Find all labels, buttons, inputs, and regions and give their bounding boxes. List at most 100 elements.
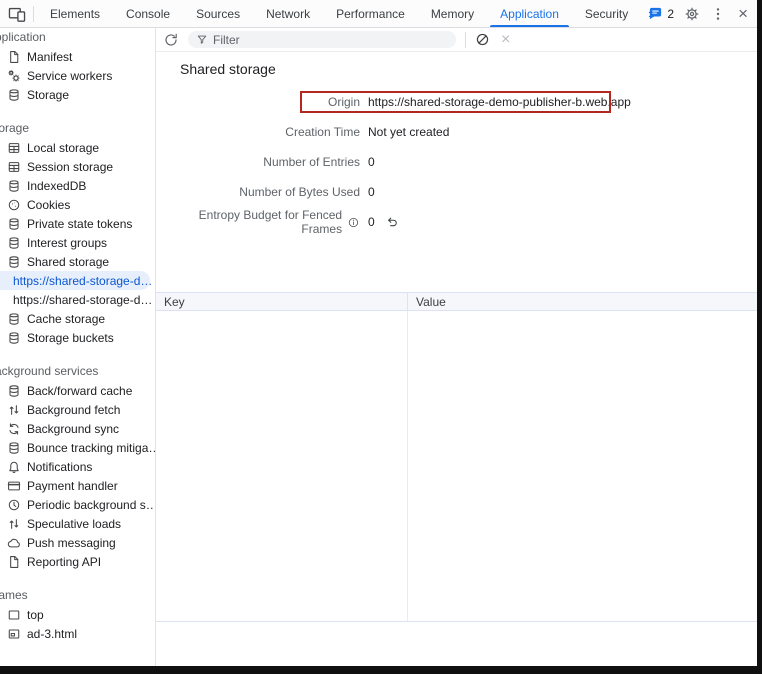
field-row-creation-time: Creation TimeNot yet created <box>156 123 757 141</box>
sidebar-item-private-state-tokens[interactable]: Private state tokens <box>0 214 155 233</box>
datagrid-header: Key Value <box>156 292 757 311</box>
column-header-key[interactable]: Key <box>156 293 408 310</box>
database-icon <box>7 255 21 269</box>
column-divider <box>407 311 408 621</box>
bell-icon <box>7 460 21 474</box>
iframe-icon <box>7 627 21 641</box>
sidebar-item-ad-3-html[interactable]: ad-3.html <box>0 624 155 643</box>
filter-input[interactable] <box>213 33 448 47</box>
database-icon <box>7 312 21 326</box>
document-icon <box>7 555 21 569</box>
tab-label: Memory <box>431 7 474 21</box>
clear-button[interactable]: × <box>501 32 510 48</box>
sidebar-item-top[interactable]: top <box>0 605 155 624</box>
cookie-icon <box>7 198 21 212</box>
sidebar-item-back-forward-cache[interactable]: Back/forward cache <box>0 381 155 400</box>
window-right-edge <box>757 0 762 674</box>
sidebar-item-label: Service workers <box>27 69 112 83</box>
sidebar-item-label: top <box>27 608 44 622</box>
tab-elements[interactable]: Elements <box>37 0 113 27</box>
issues-button[interactable]: 2 <box>648 6 674 21</box>
tab-network[interactable]: Network <box>253 0 323 27</box>
filter-box[interactable] <box>188 31 456 48</box>
tab-performance[interactable]: Performance <box>323 0 418 27</box>
sidebar-item-label: Cache storage <box>27 312 105 326</box>
database-icon <box>7 179 21 193</box>
sidebar-item-background-fetch[interactable]: Background fetch <box>0 400 155 419</box>
sidebar-item-storage[interactable]: Storage <box>0 85 155 104</box>
sidebar-item-indexeddb[interactable]: IndexedDB <box>0 176 155 195</box>
field-value-text: 0 <box>368 185 375 199</box>
sidebar-item-session-storage[interactable]: Session storage <box>0 157 155 176</box>
service-workers-icon <box>7 69 21 83</box>
document-icon <box>7 50 21 64</box>
devtools-tab-bar: Elements ConsoleSourcesNetworkPerformance… <box>0 0 757 28</box>
column-header-value[interactable]: Value <box>408 293 757 310</box>
sidebar-item-service-workers[interactable]: Service workers <box>0 66 155 85</box>
tabbar-separator <box>33 6 34 22</box>
tab-label: Application <box>500 7 559 21</box>
sidebar-item-payment-handler[interactable]: Payment handler <box>0 476 155 495</box>
sidebar-item-interest-groups[interactable]: Interest groups <box>0 233 155 252</box>
sidebar-item-label: Private state tokens <box>27 217 132 231</box>
sidebar-item-https-shared-storage-d[interactable]: https://shared-storage-d… <box>0 271 150 290</box>
info-icon[interactable] <box>347 216 360 229</box>
sidebar-item-manifest[interactable]: Manifest <box>0 47 155 66</box>
field-label-text: Origin <box>328 95 360 109</box>
sidebar-item-label: Manifest <box>27 50 72 64</box>
sidebar-item-shared-storage[interactable]: Shared storage <box>0 252 155 271</box>
database-icon <box>7 331 21 345</box>
sidebar-item-bounce-tracking-mitiga[interactable]: Bounce tracking mitiga… <box>0 438 155 457</box>
field-label-text: Number of Entries <box>263 155 360 169</box>
field-value-text: https://shared-storage-demo-publisher-b.… <box>368 95 631 109</box>
sidebar-item-label: Interest groups <box>27 236 107 250</box>
sidebar-item-speculative-loads[interactable]: Speculative loads <box>0 514 155 533</box>
sidebar-item-push-messaging[interactable]: Push messaging <box>0 533 155 552</box>
sidebar-item-local-storage[interactable]: Local storage <box>0 138 155 157</box>
tab-application[interactable]: Application <box>487 0 572 27</box>
tab-console[interactable]: Console <box>113 0 183 27</box>
sidebar-item-label: Background fetch <box>27 403 120 417</box>
field-label-text: Entropy Budget for Fenced Frames <box>156 208 342 236</box>
sidebar-item-storage-buckets[interactable]: Storage buckets <box>0 328 155 347</box>
metadata-list: Origin https://shared-storage-demo-publis… <box>156 93 757 243</box>
filter-funnel-icon <box>196 34 208 46</box>
frame-icon <box>7 608 21 622</box>
sidebar-item-label: https://shared-storage-d… <box>13 274 152 288</box>
field-label-text: Number of Bytes Used <box>239 185 360 199</box>
tab-security[interactable]: Security <box>572 0 641 27</box>
sidebar-item-notifications[interactable]: Notifications <box>0 457 155 476</box>
undo-icon[interactable] <box>385 215 399 229</box>
issues-count: 2 <box>667 7 674 21</box>
sidebar-item-cookies[interactable]: Cookies <box>0 195 155 214</box>
sidebar-item-cache-storage[interactable]: Cache storage <box>0 309 155 328</box>
sidebar-item-https-shared-storage-d[interactable]: https://shared-storage-d… <box>0 290 155 309</box>
gear-icon[interactable] <box>684 6 700 22</box>
sidebar-item-reporting-api[interactable]: Reporting API <box>0 552 155 571</box>
sidebar-item-background-sync[interactable]: Background sync <box>0 419 155 438</box>
sidebar-item-label: Speculative loads <box>27 517 121 531</box>
sidebar-item-label: Local storage <box>27 141 99 155</box>
tab-memory[interactable]: Memory <box>418 0 487 27</box>
sidebar-item-label: Storage buckets <box>27 331 114 345</box>
datagrid-body[interactable] <box>156 311 757 621</box>
sidebar-section-background-services: Background servicesBack/forward cacheBac… <box>0 362 155 571</box>
tab-label: Security <box>585 7 628 21</box>
sidebar-item-periodic-background-s[interactable]: Periodic background s… <box>0 495 155 514</box>
sidebar-item-label: IndexedDB <box>27 179 86 193</box>
sync-icon <box>7 422 21 436</box>
three-dot-menu-icon[interactable] <box>710 6 726 22</box>
panel-toolbar: × <box>156 28 757 52</box>
section-header-frames: Frames <box>0 586 155 605</box>
refresh-icon[interactable] <box>163 32 179 48</box>
tab-label: Elements <box>50 7 100 21</box>
device-toolbar-icon[interactable] <box>8 5 26 23</box>
database-icon <box>7 441 21 455</box>
tabbar-right-controls: 2 × <box>648 0 750 27</box>
close-devtools-button[interactable]: × <box>736 5 750 22</box>
block-icon[interactable] <box>475 32 490 47</box>
field-label: Number of Bytes Used <box>156 185 360 199</box>
payment-card-icon <box>7 479 21 493</box>
tab-sources[interactable]: Sources <box>183 0 253 27</box>
field-row-origin: Origin https://shared-storage-demo-publis… <box>156 93 757 111</box>
